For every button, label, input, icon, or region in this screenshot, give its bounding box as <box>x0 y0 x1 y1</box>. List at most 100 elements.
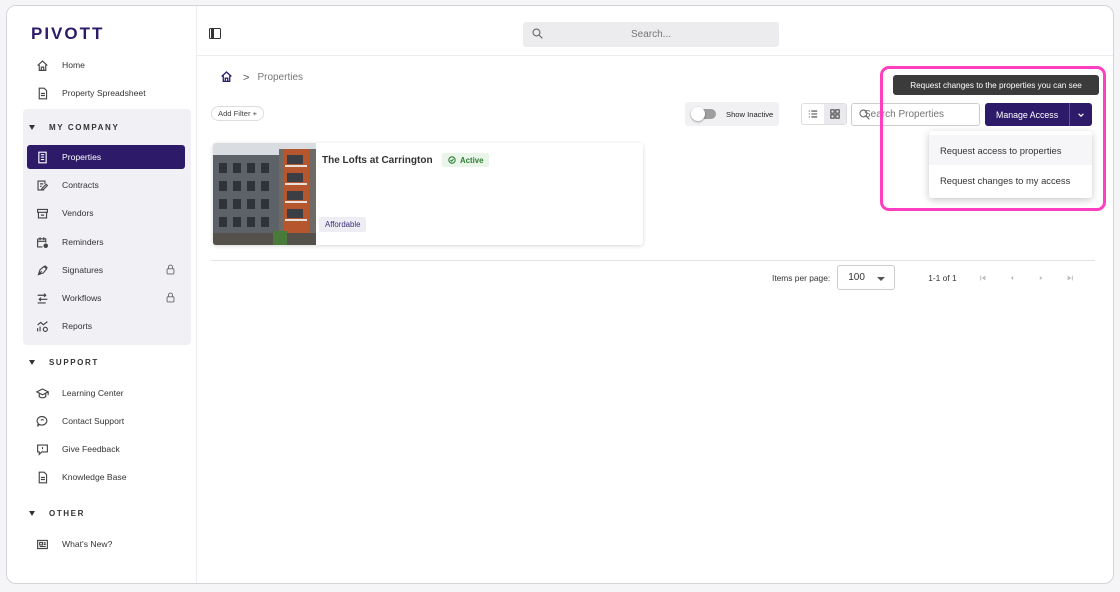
tooltip: Request changes to the properties you ca… <box>893 75 1099 95</box>
sidebar-item-contracts[interactable]: Contracts <box>27 173 185 197</box>
sidebar-item-home[interactable]: Home <box>27 53 185 77</box>
sidebar-item-label: Properties <box>62 152 102 162</box>
chevron-left-icon <box>1010 275 1014 280</box>
sidebar-item-properties[interactable]: Properties <box>27 145 185 169</box>
caret-down-icon <box>877 277 886 281</box>
pagination: Items per page: 100 1-1 of 1 <box>772 265 1085 290</box>
sidebar-item-label: What's New? <box>62 539 113 549</box>
caret-down-icon <box>29 124 35 130</box>
last-page-button[interactable] <box>1056 268 1085 288</box>
global-search-input[interactable] <box>523 22 779 47</box>
items-per-page-label: Items per page: <box>772 272 831 283</box>
view-switch <box>801 103 847 125</box>
first-page-button[interactable] <box>969 268 998 288</box>
sidebar-item-label: Give Feedback <box>62 444 120 454</box>
sidebar-item-property-spreadsheet[interactable]: Property Spreadsheet <box>27 81 185 105</box>
sidebar-item-whats-new[interactable]: What's New? <box>27 532 185 556</box>
main-content: > Properties Request changes to the prop… <box>197 56 1113 583</box>
caret-down-icon <box>29 510 35 516</box>
sidebar-item-label: Workflows <box>62 293 102 303</box>
home-icon[interactable] <box>220 70 233 85</box>
check-circle-icon <box>448 156 456 164</box>
list-view-button[interactable] <box>802 104 824 124</box>
show-inactive-label: Show Inactive <box>726 109 774 119</box>
sidebar-item-label: Contact Support <box>62 416 125 426</box>
menu-item-request-access[interactable]: Request access to properties <box>929 135 1092 165</box>
section-other[interactable]: OTHER <box>27 505 85 521</box>
sidebar-item-vendors[interactable]: Vendors <box>27 201 185 225</box>
last-page-icon <box>1067 275 1073 280</box>
feedback-icon <box>35 442 49 456</box>
sidebar-item-reminders[interactable]: Reminders <box>27 230 185 254</box>
topbar <box>197 6 1113 56</box>
sidebar-item-label: Signatures <box>62 265 104 275</box>
search-icon <box>532 28 543 41</box>
lock-icon <box>165 264 177 276</box>
manage-access-button[interactable]: Manage Access <box>985 103 1092 126</box>
sidebar-item-workflows[interactable]: Workflows <box>27 286 185 310</box>
app-window: PIVOTT Home Property Spreadsheet MY COMP… <box>6 5 1114 584</box>
chevron-down-icon[interactable] <box>1070 111 1092 119</box>
divider <box>211 260 1095 261</box>
property-search <box>851 103 980 126</box>
status-badge: Active <box>442 153 490 167</box>
breadcrumb-separator: > <box>243 71 250 84</box>
graduation-cap-icon <box>35 386 49 400</box>
sidebar: PIVOTT Home Property Spreadsheet MY COMP… <box>7 6 197 583</box>
sidebar-item-contact-support[interactable]: Contact Support <box>27 409 185 433</box>
breadcrumb-current: Properties <box>257 72 304 83</box>
list-icon <box>808 110 818 118</box>
calendar-clock-icon <box>35 235 49 249</box>
breadcrumb: > Properties <box>220 70 303 85</box>
toggle-switch[interactable] <box>691 107 716 121</box>
sidebar-item-reports[interactable]: Reports <box>27 314 185 338</box>
newspaper-icon <box>35 537 49 551</box>
sidebar-item-knowledge-base[interactable]: Knowledge Base <box>27 465 185 489</box>
grid-view-button[interactable] <box>824 104 846 124</box>
storefront-icon <box>35 206 49 220</box>
sidebar-item-label: Reminders <box>62 237 104 247</box>
manage-access-menu: Request access to properties Request cha… <box>929 131 1092 198</box>
add-filter-button[interactable]: Add Filter + <box>211 106 265 121</box>
items-per-page-select[interactable]: 100 <box>837 265 896 290</box>
contract-icon <box>35 178 49 192</box>
sidebar-item-label: Property Spreadsheet <box>62 88 146 98</box>
home-icon <box>35 58 49 72</box>
property-card[interactable]: The Lofts at Carrington Active Affordabl… <box>213 143 643 245</box>
section-support[interactable]: SUPPORT <box>27 354 99 370</box>
first-page-icon <box>980 275 986 280</box>
property-photo <box>213 143 316 245</box>
section-my-company[interactable]: MY COMPANY <box>27 119 119 135</box>
prev-page-button[interactable] <box>998 268 1027 288</box>
chat-bubble-icon <box>35 414 49 428</box>
property-search-input[interactable] <box>864 104 978 125</box>
sidebar-toggle-icon[interactable] <box>209 28 221 39</box>
sidebar-item-learning-center[interactable]: Learning Center <box>27 381 185 405</box>
document-icon <box>35 86 49 100</box>
manage-access-label: Manage Access <box>996 109 1059 120</box>
page-range: 1-1 of 1 <box>928 272 957 283</box>
menu-item-request-changes[interactable]: Request changes to my access <box>929 165 1092 195</box>
grid-icon <box>830 109 840 119</box>
sidebar-item-label: Contracts <box>62 180 99 190</box>
pen-nib-icon <box>35 263 49 277</box>
chevron-right-icon <box>1039 275 1043 280</box>
sidebar-item-label: Vendors <box>62 208 94 218</box>
sidebar-item-label: Home <box>62 60 85 70</box>
sidebar-item-give-feedback[interactable]: Give Feedback <box>27 437 185 461</box>
chart-icon <box>35 319 49 333</box>
show-inactive-toggle[interactable]: Show Inactive <box>685 102 779 126</box>
workflow-icon <box>35 291 49 305</box>
sidebar-item-label: Learning Center <box>62 388 124 398</box>
caret-down-icon <box>29 359 35 365</box>
sidebar-item-label: Reports <box>62 321 93 331</box>
logo: PIVOTT <box>31 24 105 43</box>
building-icon <box>35 150 49 164</box>
property-name[interactable]: The Lofts at Carrington <box>322 155 433 166</box>
global-search <box>523 22 779 47</box>
document-icon <box>35 470 49 484</box>
next-page-button[interactable] <box>1027 268 1056 288</box>
sidebar-item-signatures[interactable]: Signatures <box>27 258 185 282</box>
sidebar-item-label: Knowledge Base <box>62 472 127 482</box>
property-tag: Affordable <box>319 217 367 232</box>
